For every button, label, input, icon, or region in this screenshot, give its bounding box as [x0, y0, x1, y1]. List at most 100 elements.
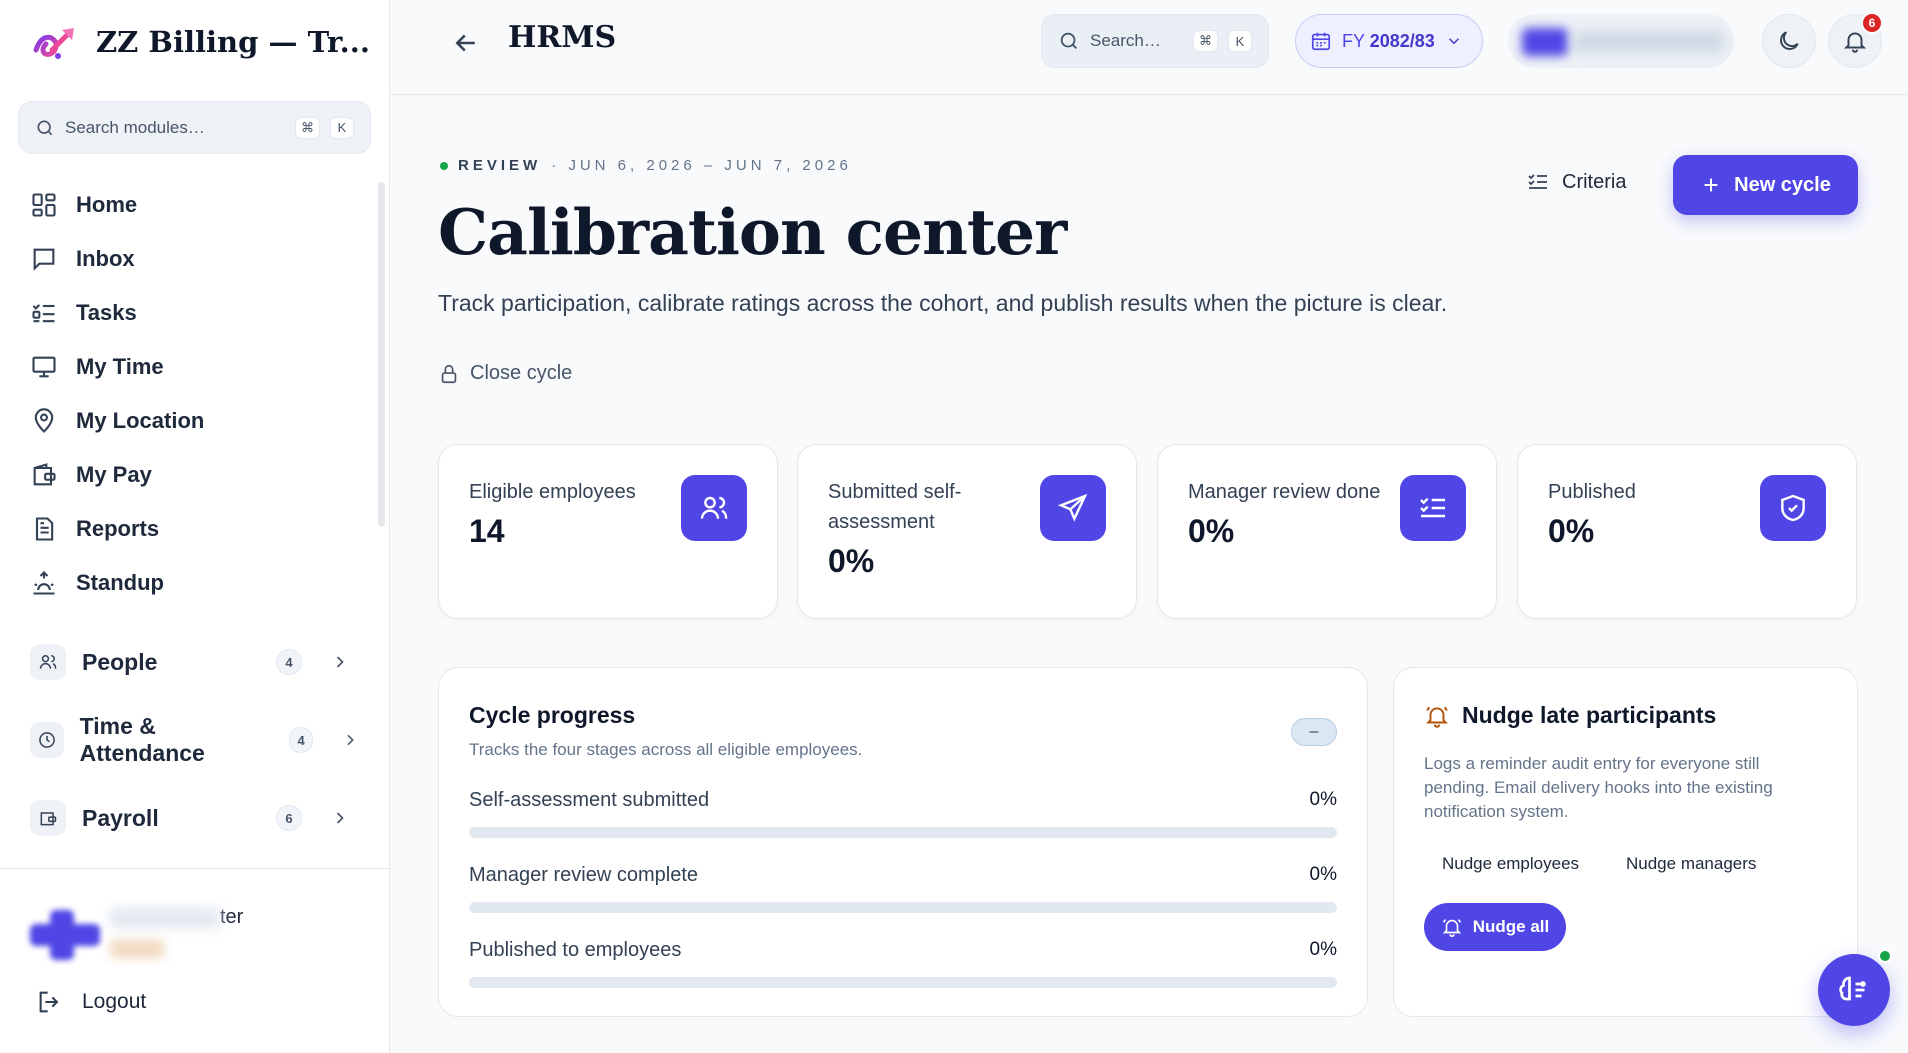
global-search-placeholder: Search… — [1090, 31, 1161, 50]
progress-value: 0% — [1309, 789, 1337, 810]
progress-row-published: Published to employees 0% — [469, 939, 1337, 988]
primary-nav: Home Inbox Tasks My Time My Location My … — [30, 178, 360, 610]
theme-toggle-button[interactable] — [1762, 14, 1816, 68]
lock-icon — [441, 364, 457, 383]
sidebar-scrollbar[interactable] — [378, 182, 385, 527]
progress-row-self-assessment: Self-assessment submitted 0% — [469, 789, 1337, 838]
new-cycle-label: New cycle — [1734, 173, 1831, 196]
count-badge: 6 — [276, 805, 302, 831]
nudge-description: Logs a reminder audit entry for everyone… — [1424, 754, 1773, 821]
cycle-dates: · JUN 6, 2026 – JUN 7, 2026 — [551, 157, 852, 174]
nav-item-my-location[interactable]: My Location — [30, 394, 360, 448]
user-role — [110, 940, 164, 958]
nav-item-reports[interactable]: Reports — [30, 502, 360, 556]
global-search-input[interactable]: Search… ⌘ K — [1041, 14, 1269, 68]
nav-item-my-pay[interactable]: My Pay — [30, 448, 360, 502]
list-check-icon — [1528, 174, 1547, 189]
calendar-icon — [1311, 32, 1331, 51]
progress-label: Published to employees — [469, 939, 682, 961]
moon-icon — [1780, 31, 1799, 50]
close-cycle-label: Close cycle — [470, 362, 573, 384]
nudge-card: Nudge late participants Logs a reminder … — [1393, 667, 1858, 1017]
user-menu-button[interactable] — [1508, 14, 1734, 68]
assistant-icon — [1839, 976, 1866, 1001]
message-icon — [33, 248, 55, 271]
avatar[interactable] — [30, 910, 100, 960]
sunrise-icon — [33, 571, 55, 595]
logout-button[interactable]: Logout — [36, 988, 146, 1016]
nav-item-standup[interactable]: Standup — [30, 556, 360, 610]
nav-group-label: People — [82, 648, 158, 675]
module-search-input[interactable]: Search modules… ⌘ K — [18, 101, 371, 154]
nudge-all-button[interactable]: Nudge all — [1424, 903, 1566, 951]
close-cycle-button[interactable]: Close cycle — [438, 362, 572, 385]
nav-group-payroll[interactable]: Payroll 6 — [30, 798, 350, 838]
card-title: Nudge late participants — [1424, 702, 1716, 729]
user-chip-name — [1574, 32, 1724, 52]
stat-value: 0% — [828, 543, 875, 579]
bell-icon — [1843, 32, 1867, 53]
checklist-icon — [32, 304, 55, 323]
stat-value: 0% — [1548, 513, 1595, 549]
grid-icon — [32, 193, 56, 217]
nav-group-time-attendance[interactable]: Time & Attendance 4 — [30, 713, 360, 766]
fiscal-year-select[interactable]: FY 2082/83 — [1295, 14, 1483, 68]
search-icon — [1060, 32, 1077, 49]
bell-icon — [1442, 919, 1462, 937]
nav-item-tasks[interactable]: Tasks — [30, 286, 360, 340]
nav-item-home[interactable]: Home — [30, 178, 360, 232]
sidebar: ZZ Billing — Tr... Search modules… ⌘ K H… — [0, 0, 390, 1053]
status-dot — [440, 161, 448, 170]
user-name-suffix: ter — [220, 906, 244, 928]
progress-label: Manager review complete — [469, 864, 698, 886]
user-name: ter — [110, 906, 243, 929]
fiscal-year-label: FY — [1342, 30, 1365, 51]
header-title: HRMS — [508, 20, 617, 55]
top-header: HRMS Search… ⌘ K FY 2082/83 6 — [391, 0, 1908, 95]
nudge-employees-button[interactable]: Nudge employees — [1442, 854, 1579, 874]
nudge-all-label: Nudge all — [1472, 917, 1550, 936]
notifications-button[interactable]: 6 — [1828, 12, 1883, 68]
collapse-toggle[interactable]: – — [1291, 718, 1337, 746]
progress-track — [469, 827, 1337, 838]
shield-check-icon — [1760, 475, 1826, 541]
shortcut-key-cmd: ⌘ — [295, 116, 320, 139]
sidebar-divider — [0, 868, 390, 869]
send-icon — [1040, 475, 1106, 541]
new-cycle-button[interactable]: New cycle — [1673, 155, 1858, 215]
users-icon — [30, 644, 66, 680]
nav-item-label: Reports — [76, 516, 160, 541]
criteria-button[interactable]: Criteria — [1526, 170, 1626, 194]
page-subtitle: Track participation, calibrate ratings a… — [438, 290, 1448, 316]
nav-item-label: Inbox — [76, 246, 135, 271]
users-icon — [681, 475, 747, 541]
clock-icon — [30, 722, 64, 758]
nav-item-label: My Pay — [76, 462, 152, 487]
back-arrow-icon[interactable] — [451, 28, 481, 58]
wallet-icon — [30, 800, 66, 836]
assistant-fab-button[interactable] — [1818, 954, 1890, 1026]
progress-row-manager-review: Manager review complete 0% — [469, 864, 1337, 913]
progress-label: Self-assessment submitted — [469, 789, 710, 811]
stat-label: Published — [1548, 481, 1636, 503]
chevron-right-icon — [347, 734, 355, 746]
nav-group-people[interactable]: People 4 — [30, 642, 350, 682]
nav-item-label: My Location — [76, 408, 205, 433]
shortcut-key-k: K — [1228, 30, 1252, 52]
cycle-progress-card: Cycle progress Tracks the four stages ac… — [438, 667, 1368, 1017]
nav-item-my-time[interactable]: My Time — [30, 340, 360, 394]
nav-item-label: Standup — [76, 570, 164, 595]
nudge-managers-button[interactable]: Nudge managers — [1626, 854, 1756, 874]
page-title: Calibration center — [438, 195, 1067, 269]
plus-icon — [1704, 178, 1718, 192]
stat-card-published: Published 0% — [1517, 444, 1857, 619]
fiscal-year-value: 2082/83 — [1369, 30, 1435, 51]
stat-card-manager-review: Manager review done 0% — [1157, 444, 1497, 619]
stat-value: 14 — [469, 513, 505, 549]
nav-item-inbox[interactable]: Inbox — [30, 232, 360, 286]
monitor-icon — [32, 356, 56, 378]
cycle-eyebrow: REVIEW · JUN 6, 2026 – JUN 7, 2026 — [440, 157, 852, 174]
shortcut-key-k: K — [330, 116, 354, 139]
bell-ringing-icon — [1425, 706, 1449, 728]
brand[interactable]: ZZ Billing — Tr... — [30, 18, 370, 66]
